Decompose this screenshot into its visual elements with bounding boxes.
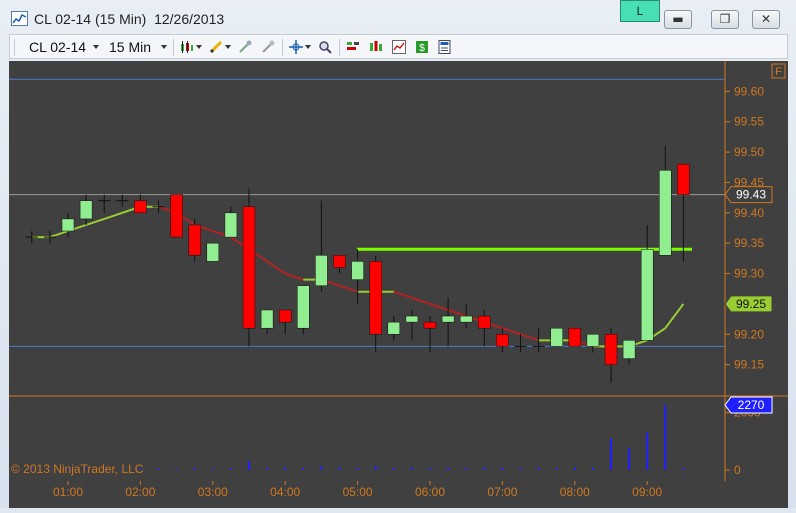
candle-body [134, 200, 147, 214]
close-button[interactable]: ✕ [752, 10, 780, 29]
title-bar[interactable]: CL 02-14 (15 Min) 12/26/2013 L ▬ ❐ ✕ [0, 0, 796, 34]
candle-body [79, 200, 93, 220]
properties-icon[interactable]: $ [415, 40, 429, 54]
candle-body [622, 340, 636, 359]
price-tick-label: 99.35 [734, 236, 764, 250]
time-tick-label: 06:00 [415, 485, 445, 499]
moving-average-price-label: 99.25 [724, 295, 773, 313]
candle-body [61, 218, 75, 232]
price-tick-label: 99.50 [734, 145, 764, 159]
price-chart[interactable]: 99.6099.5599.5099.4599.4099.3599.3099.25… [9, 61, 788, 508]
time-tick-label: 08:00 [560, 485, 590, 499]
candle-body [459, 315, 473, 323]
price-tick-label: 99.55 [734, 115, 764, 129]
toolbar-separator [339, 39, 340, 56]
chart-properties-icon[interactable] [438, 40, 452, 54]
bar-type-chevron-down-icon[interactable] [196, 45, 202, 49]
strategies-icon[interactable] [346, 40, 360, 54]
candle-body [278, 309, 292, 323]
candle-body [496, 334, 509, 347]
bar-type-icon[interactable] [180, 40, 194, 54]
time-tick-label: 03:00 [198, 485, 228, 499]
candle-body [604, 334, 618, 365]
candle-body [242, 206, 256, 329]
volume-value-label: 2270 [724, 396, 773, 414]
chart-plot-area[interactable] [9, 61, 725, 481]
chart-app-icon [11, 11, 28, 26]
toolbar-grip [14, 39, 15, 56]
f-marker[interactable]: F [775, 66, 782, 78]
instrument-chevron-down-icon[interactable] [93, 45, 99, 49]
candle-body [677, 163, 690, 195]
stay-in-draw-mode-icon[interactable] [261, 40, 275, 54]
interval-chevron-down-icon[interactable] [161, 45, 167, 49]
drawing-chevron-down-icon[interactable] [225, 45, 231, 49]
crosshair-chevron-down-icon[interactable] [305, 45, 311, 49]
candle-body [550, 327, 563, 347]
copyright-text: © 2013 NinjaTrader, LLC [11, 462, 144, 476]
svg-text:$: $ [419, 43, 425, 54]
candle-body [659, 170, 672, 256]
chart-panel[interactable]: 99.6099.5599.5099.4599.4099.3599.3099.25… [9, 61, 788, 508]
moving-average-price-label-text: 99.25 [736, 297, 766, 311]
candle-body [188, 224, 201, 256]
price-tick-label: 99.40 [734, 206, 764, 220]
time-tick-label: 02:00 [125, 485, 155, 499]
candle-body [224, 212, 238, 238]
candle-up [206, 242, 220, 262]
candle-body [315, 255, 328, 286]
zoom-icon[interactable] [318, 40, 332, 54]
candle-body [351, 261, 364, 280]
window-title: CL 02-14 (15 Min) 12/26/2013 [34, 11, 225, 27]
candle-down [170, 194, 183, 238]
time-tick-label: 09:00 [632, 485, 662, 499]
candle-up [297, 285, 310, 335]
price-tick-label: 99.15 [734, 358, 764, 372]
candle-body [640, 249, 654, 341]
chart-toolbar: CL 02-14 15 Min $ [9, 34, 788, 59]
candle-body [297, 285, 310, 329]
time-tick-label: 01:00 [53, 485, 83, 499]
candle-down [242, 188, 256, 347]
last-price-label: 99.43 [724, 186, 773, 204]
crosshair-icon[interactable] [289, 40, 303, 54]
candle-body [478, 315, 491, 329]
candle-body [333, 255, 346, 268]
price-tick-label: 99.20 [734, 327, 764, 341]
candle-body [170, 194, 183, 238]
last-price-label-text: 99.43 [736, 188, 766, 202]
interval-selector[interactable]: 15 Min [109, 39, 151, 55]
time-tick-label: 07:00 [487, 485, 517, 499]
price-tick-label: 99.60 [734, 84, 764, 98]
candle-body [441, 315, 455, 323]
price-tick-label: 99.30 [734, 267, 764, 281]
candle-down [188, 218, 201, 262]
candle-body [423, 321, 437, 329]
candle-body [206, 242, 220, 262]
toolbar-separator [282, 39, 283, 56]
candle-body [405, 315, 419, 323]
candle-down [568, 327, 582, 347]
candle-body [586, 334, 600, 347]
restore-button[interactable]: ❐ [711, 10, 739, 29]
time-tick-label: 04:00 [270, 485, 300, 499]
instrument-link-button[interactable]: L [620, 0, 660, 22]
instrument-selector[interactable]: CL 02-14 [29, 39, 86, 55]
candle-body [568, 327, 582, 347]
drawing-pencil-icon[interactable] [209, 40, 223, 54]
candle-body [369, 261, 382, 335]
candle-up [550, 327, 563, 347]
indicators-icon[interactable] [369, 40, 383, 54]
volume-tick-label: 0 [734, 463, 741, 477]
candle-body [260, 309, 274, 329]
time-tick-label: 05:00 [343, 485, 373, 499]
minimize-button[interactable]: ▬ [664, 10, 692, 29]
hide-drawings-icon[interactable] [238, 40, 252, 54]
candle-body [387, 321, 401, 335]
chart-window: CL 02-14 (15 Min) 12/26/2013 L ▬ ❐ ✕ CL … [0, 0, 796, 508]
volume-value-label-text: 2270 [738, 398, 765, 412]
toolbar-separator [173, 39, 174, 56]
data-series-icon[interactable] [392, 40, 406, 54]
